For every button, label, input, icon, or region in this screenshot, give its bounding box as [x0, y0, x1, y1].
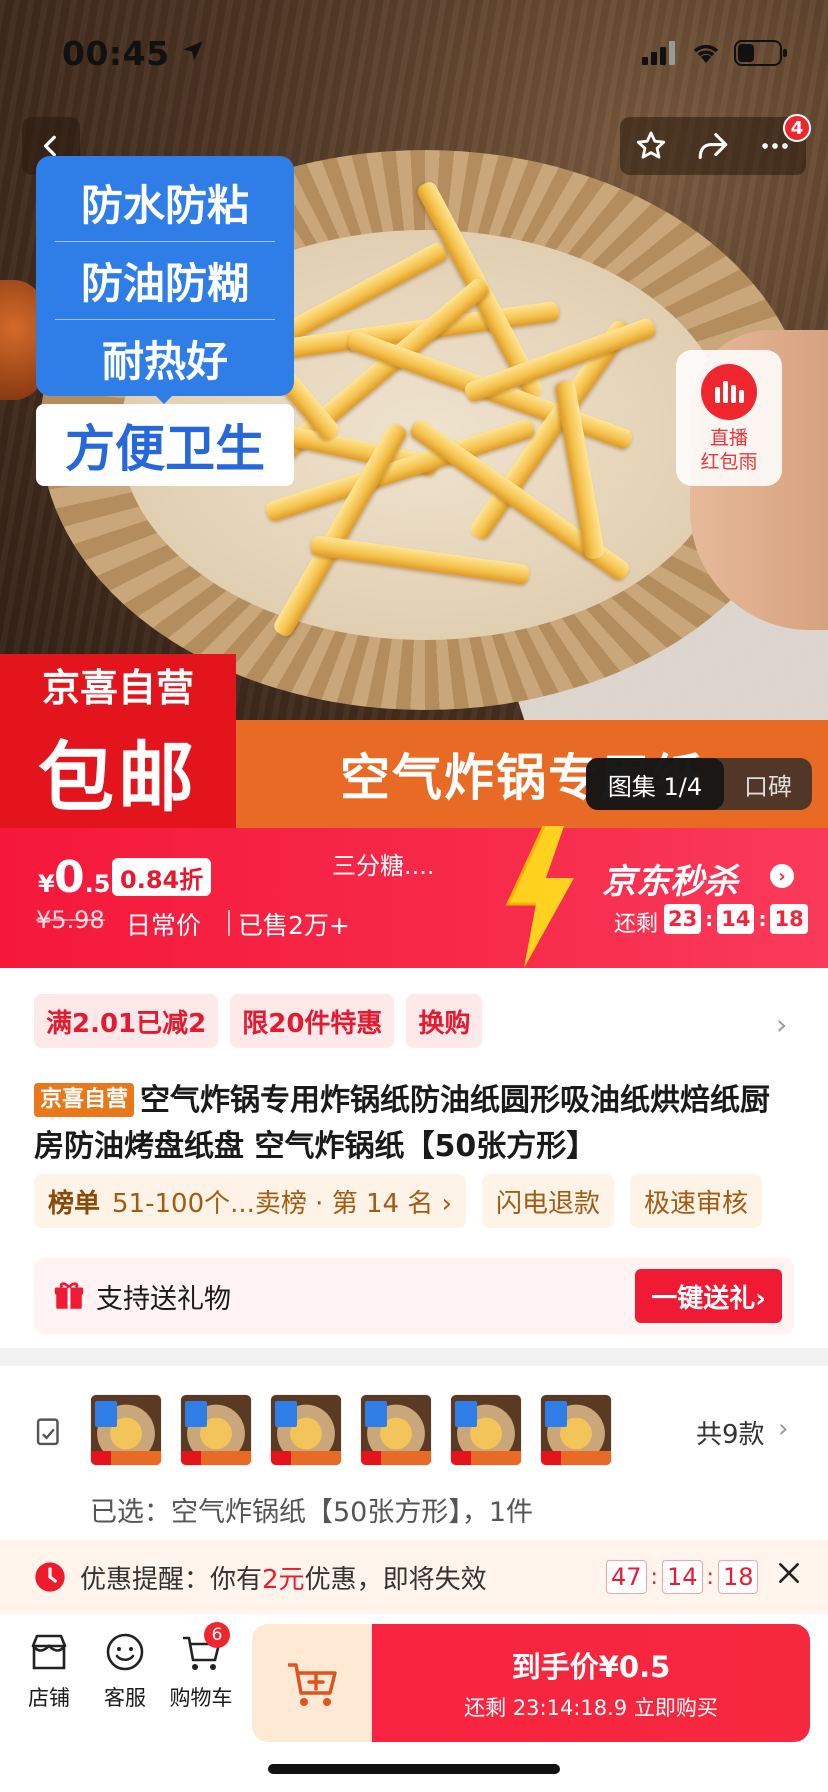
- tab-service[interactable]: 客服: [90, 1630, 160, 1712]
- variant-thumbnails: [90, 1394, 612, 1466]
- brand-line: 京喜自营: [41, 665, 194, 710]
- seckill-title[interactable]: 京东秒杀: [602, 854, 738, 903]
- close-icon[interactable]: [776, 1560, 802, 1586]
- feature-highlight: 方便卫生: [36, 404, 294, 486]
- live-redpack-line1: 直播: [709, 427, 748, 449]
- service-tag[interactable]: 闪电退款: [481, 1174, 614, 1228]
- feature-callout-tail: [152, 392, 176, 404]
- cart-count-badge: 6: [204, 1622, 230, 1648]
- daily-price-label: 日常价: [126, 911, 202, 940]
- battery-icon: [734, 40, 787, 66]
- buy-countdown: 还剩 23:14:18.9 立即购买: [464, 1696, 718, 1720]
- coupon-suffix: 优惠，即将失效: [304, 1564, 487, 1595]
- free-shipping-text: 包邮: [38, 732, 198, 822]
- gift-row: 支持送礼物 一键送礼›: [34, 1258, 794, 1334]
- add-cart-icon: [288, 1663, 337, 1706]
- coupon-text: 优惠提醒：你有2元优惠，即将失效: [80, 1559, 487, 1596]
- star-icon[interactable]: [634, 129, 668, 163]
- chevron-right-icon[interactable]: ›: [776, 1008, 787, 1041]
- countdown-seconds: 18: [770, 904, 808, 934]
- coupon-prefix: 优惠提醒：你有: [80, 1564, 263, 1595]
- message-badge: 4: [783, 114, 811, 142]
- remain-label: 还剩: [614, 912, 659, 937]
- chevron-right-icon[interactable]: ›: [770, 864, 794, 888]
- rank-tag[interactable]: 榜单 51-100个...卖榜 · 第 14 名 ›: [34, 1174, 466, 1228]
- gallery-switcher: 图集 1/4 口碑: [586, 758, 812, 810]
- coupon-amount: 2元: [262, 1564, 305, 1595]
- add-to-cart-button[interactable]: [252, 1624, 372, 1742]
- shop-name: 三分糖....: [332, 852, 435, 880]
- selected-variant[interactable]: 已选：空气炸锅纸【50张方形】，1件: [90, 1490, 533, 1529]
- feature-callout: 防水防粘 防油防糊 耐热好: [36, 156, 294, 396]
- live-redpack-line2: 红包雨: [700, 451, 758, 473]
- countdown-minutes: 14: [717, 904, 755, 934]
- status-time: 00:45: [62, 34, 170, 73]
- countdown-hours: 23: [664, 904, 702, 934]
- buy-price: 到手价¥0.5: [511, 1650, 671, 1684]
- feature-line: 防水防粘: [55, 164, 275, 242]
- buy-now-button[interactable]: 到手价¥0.5 还剩 23:14:18.9 立即购买: [372, 1624, 810, 1742]
- rank-label: 榜单: [48, 1188, 101, 1219]
- gift-text: 支持送礼物: [96, 1283, 231, 1315]
- home-indicator[interactable]: [268, 1764, 560, 1774]
- live-redpack-widget[interactable]: 直播 红包雨: [676, 350, 782, 486]
- send-gift-button[interactable]: 一键送礼›: [635, 1269, 782, 1323]
- variant-thumb[interactable]: [90, 1394, 162, 1466]
- location-arrow-icon: [183, 41, 203, 61]
- rank-text: 51-100个...卖榜 · 第 14 名 ›: [112, 1188, 452, 1219]
- promo-tag[interactable]: 限20件特惠: [230, 994, 395, 1048]
- wifi-icon: [693, 44, 719, 63]
- shop-icon: [31, 1634, 67, 1670]
- reviews-tab[interactable]: 口碑: [724, 767, 812, 802]
- tab-shop-label: 店铺: [28, 1686, 70, 1710]
- cellular-signal-icon: [642, 41, 675, 65]
- variant-thumb[interactable]: [540, 1394, 612, 1466]
- service-tag[interactable]: 极速审核: [630, 1174, 763, 1228]
- gallery-tab[interactable]: 图集 1/4: [586, 758, 724, 810]
- customer-service-icon: [106, 1633, 144, 1671]
- rank-service-row: 榜单 51-100个...卖榜 · 第 14 名 › 闪电退款 极速审核: [34, 1174, 763, 1228]
- promo-tags[interactable]: 满2.01已减2 限20件特惠 换购: [34, 994, 483, 1048]
- coupon-hours: 47: [606, 1560, 647, 1594]
- top-action-group: [620, 117, 806, 175]
- variant-count[interactable]: 共9款: [696, 1414, 765, 1451]
- tab-cart-label: 购物车: [169, 1686, 233, 1710]
- chevron-right-icon[interactable]: ›: [778, 1414, 788, 1444]
- currency-symbol: ¥: [38, 870, 55, 898]
- product-title: 京喜自营 空气炸锅专用炸锅纸防油纸圆形吸油纸烘焙纸厨房防油烤盘纸盘 空气炸锅纸【5…: [34, 1078, 794, 1170]
- lightning-icon: [505, 826, 574, 968]
- discount-badge: 0.84折: [112, 858, 212, 896]
- promo-tag[interactable]: 满2.01已减2: [34, 994, 219, 1048]
- coupon-minutes: 14: [661, 1560, 703, 1594]
- status-indicators: [642, 40, 788, 66]
- clock-icon: [35, 1562, 65, 1592]
- promo-tag[interactable]: 换购: [406, 994, 483, 1048]
- spec-select-icon: [36, 1418, 59, 1446]
- variant-thumb[interactable]: [360, 1394, 432, 1466]
- price-decimal: .5: [84, 870, 111, 898]
- divider: [228, 910, 230, 936]
- variant-thumb[interactable]: [270, 1394, 342, 1466]
- gift-icon: [54, 1282, 84, 1309]
- current-price: 0.5: [54, 852, 110, 903]
- sold-count: 已售2万+: [238, 911, 350, 940]
- variant-thumb[interactable]: [450, 1394, 522, 1466]
- feature-line: 耐热好: [101, 337, 228, 386]
- jingxi-shipping-badge: 京喜自营 包邮: [0, 654, 236, 828]
- share-icon[interactable]: [696, 129, 730, 163]
- product-title-text: 空气炸锅专用炸锅纸防油纸圆形吸油纸烘焙纸厨房防油烤盘纸盘 空气炸锅纸【50张方形…: [34, 1083, 771, 1164]
- price-integer: 0: [54, 852, 85, 903]
- coupon-seconds: 18: [717, 1560, 759, 1594]
- feature-line: 防油防糊: [55, 242, 275, 320]
- original-price: ¥5.98: [36, 906, 105, 934]
- live-bars-icon: [701, 364, 757, 420]
- tab-shop[interactable]: 店铺: [14, 1630, 84, 1712]
- jingxi-self-badge: 京喜自营: [34, 1083, 135, 1117]
- tab-service-label: 客服: [104, 1686, 146, 1710]
- variant-thumb[interactable]: [180, 1394, 252, 1466]
- seckill-countdown: 23 : 14 : 18: [664, 904, 808, 934]
- coupon-countdown: 47 : 14 : 18: [606, 1560, 759, 1594]
